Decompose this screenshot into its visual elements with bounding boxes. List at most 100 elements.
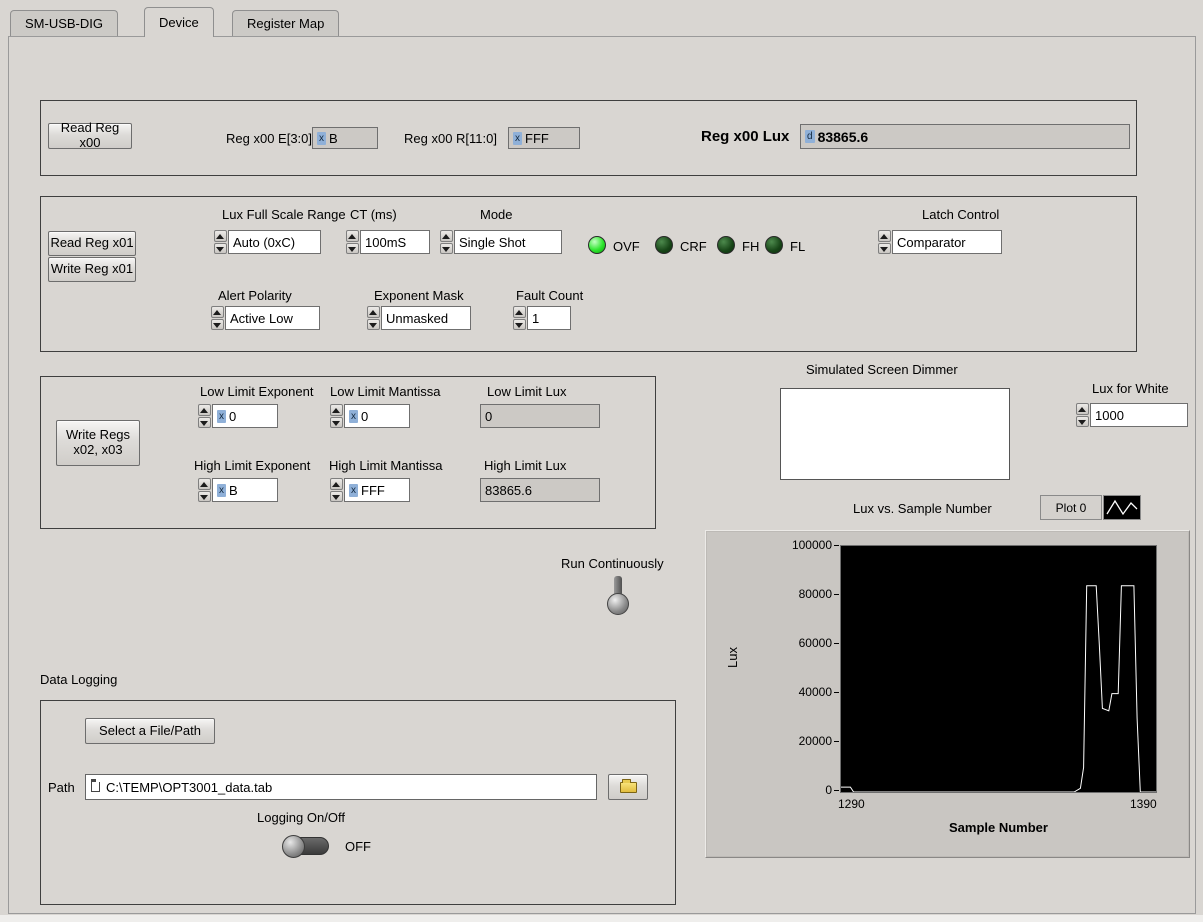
lux-plot bbox=[841, 585, 1156, 792]
low-limit-exponent-label: Low Limit Exponent bbox=[200, 384, 314, 399]
low-limit-lux-label: Low Limit Lux bbox=[487, 384, 567, 399]
tab-register-map[interactable]: Register Map bbox=[232, 10, 340, 36]
decrement-icon[interactable] bbox=[214, 242, 227, 254]
reg00-r-value: FFF bbox=[525, 130, 549, 146]
tick-mark bbox=[834, 545, 839, 546]
increment-icon[interactable] bbox=[1076, 403, 1089, 415]
ct-value[interactable]: 100mS bbox=[360, 230, 430, 254]
y-tick: 100000 bbox=[791, 538, 832, 552]
decrement-icon[interactable] bbox=[211, 318, 224, 330]
radix-hex-icon: x bbox=[349, 409, 358, 423]
browse-button[interactable] bbox=[608, 774, 648, 800]
fault-count-value[interactable]: 1 bbox=[527, 306, 571, 330]
increment-icon[interactable] bbox=[211, 306, 224, 318]
radix-hex-icon: x bbox=[217, 483, 226, 497]
mode-value[interactable]: Single Shot bbox=[454, 230, 562, 254]
radix-hex-icon: x bbox=[349, 483, 358, 497]
fault-count-label: Fault Count bbox=[516, 288, 584, 303]
y-tick: 60000 bbox=[798, 636, 832, 650]
path-value[interactable]: C:\TEMP\OPT3001_data.tab bbox=[106, 780, 272, 795]
decrement-icon[interactable] bbox=[440, 242, 453, 254]
low-limit-exponent-value[interactable]: x 0 bbox=[212, 404, 278, 428]
full-scale-spinner[interactable] bbox=[214, 230, 227, 254]
high-limit-mantissa-spinner[interactable] bbox=[330, 478, 343, 502]
screen-dimmer-label: Simulated Screen Dimmer bbox=[806, 362, 958, 377]
plot0-legend-icon[interactable] bbox=[1103, 495, 1141, 520]
increment-icon[interactable] bbox=[878, 230, 891, 242]
full-scale-value[interactable]: Auto (0xC) bbox=[228, 230, 321, 254]
full-scale-label: Lux Full Scale Range bbox=[222, 207, 346, 222]
increment-icon[interactable] bbox=[214, 230, 227, 242]
increment-icon[interactable] bbox=[346, 230, 359, 242]
reg00-r-label: Reg x00 R[11:0] bbox=[404, 131, 497, 146]
decrement-icon[interactable] bbox=[513, 318, 526, 330]
decrement-icon[interactable] bbox=[346, 242, 359, 254]
path-input[interactable]: C:\TEMP\OPT3001_data.tab bbox=[85, 774, 597, 800]
tab-device[interactable]: Device bbox=[144, 7, 214, 37]
latch-control-spinner[interactable] bbox=[878, 230, 891, 254]
high-limit-exponent-value[interactable]: x B bbox=[212, 478, 278, 502]
run-continuously-label: Run Continuously bbox=[561, 556, 664, 571]
write-regs-x02-x03-button[interactable]: Write Regs x02, x03 bbox=[56, 420, 140, 466]
run-continuously-switch[interactable] bbox=[605, 576, 631, 616]
lux-for-white-spinner[interactable] bbox=[1076, 403, 1089, 427]
decrement-icon[interactable] bbox=[878, 242, 891, 254]
increment-icon[interactable] bbox=[198, 478, 211, 490]
reg00-lux-value: 83865.6 bbox=[817, 128, 869, 145]
alert-polarity-value[interactable]: Active Low bbox=[225, 306, 320, 330]
lux-for-white-value[interactable]: 1000 bbox=[1090, 403, 1188, 427]
path-label: Path bbox=[48, 780, 75, 795]
plot0-legend-label[interactable]: Plot 0 bbox=[1040, 495, 1102, 520]
y-tick: 0 bbox=[825, 783, 832, 797]
decrement-icon[interactable] bbox=[330, 416, 343, 428]
increment-icon[interactable] bbox=[330, 478, 343, 490]
increment-icon[interactable] bbox=[330, 404, 343, 416]
x-tick: 1390 bbox=[1130, 797, 1157, 811]
increment-icon[interactable] bbox=[198, 404, 211, 416]
mode-spinner[interactable] bbox=[440, 230, 453, 254]
low-limit-exponent-spinner[interactable] bbox=[198, 404, 211, 428]
led-fh bbox=[717, 236, 735, 254]
decrement-icon[interactable] bbox=[198, 490, 211, 502]
high-limit-exponent-spinner[interactable] bbox=[198, 478, 211, 502]
low-limit-mantissa-value[interactable]: x 0 bbox=[344, 404, 410, 428]
mode-label: Mode bbox=[480, 207, 513, 222]
decrement-icon[interactable] bbox=[330, 490, 343, 502]
logging-switch[interactable] bbox=[282, 835, 329, 858]
chart-x-axis-label: Sample Number bbox=[949, 820, 1048, 835]
chart-y-axis-label: Lux bbox=[724, 647, 740, 668]
reg00-e-indicator: x B bbox=[312, 127, 378, 149]
tick-mark bbox=[834, 643, 839, 644]
increment-icon[interactable] bbox=[440, 230, 453, 242]
latch-control-label: Latch Control bbox=[922, 207, 1000, 222]
decrement-icon[interactable] bbox=[1076, 415, 1089, 427]
reg00-e-value: B bbox=[329, 130, 338, 146]
decrement-icon[interactable] bbox=[198, 416, 211, 428]
led-fl-label: FL bbox=[790, 239, 806, 254]
select-file-path-button[interactable]: Select a File/Path bbox=[85, 718, 215, 744]
read-reg-x00-button[interactable]: Read Reg x00 bbox=[48, 120, 132, 150]
low-limit-mantissa-spinner[interactable] bbox=[330, 404, 343, 428]
radix-hex-icon: x bbox=[317, 131, 326, 145]
reg00-lux-indicator: d 83865.6 bbox=[800, 124, 1130, 149]
high-limit-mantissa-value[interactable]: x FFF bbox=[344, 478, 410, 502]
ct-spinner[interactable] bbox=[346, 230, 359, 254]
latch-control-value[interactable]: Comparator bbox=[892, 230, 1002, 254]
increment-icon[interactable] bbox=[367, 306, 380, 318]
read-reg-x01-button[interactable]: Read Reg x01 bbox=[48, 231, 136, 256]
write-reg-x01-button[interactable]: Write Reg x01 bbox=[48, 257, 136, 282]
tick-mark bbox=[834, 790, 839, 791]
switch-knob-icon[interactable] bbox=[282, 835, 305, 858]
alert-polarity-spinner[interactable] bbox=[211, 306, 224, 330]
increment-icon[interactable] bbox=[513, 306, 526, 318]
exponent-mask-spinner[interactable] bbox=[367, 306, 380, 330]
opt3001-evm-window: SM-USB-DIG Device Register Map Read Reg … bbox=[0, 0, 1203, 922]
exponent-mask-value[interactable]: Unmasked bbox=[381, 306, 471, 330]
fault-count-spinner[interactable] bbox=[513, 306, 526, 330]
y-tick: 40000 bbox=[798, 685, 832, 699]
tab-sm-usb-dig[interactable]: SM-USB-DIG bbox=[10, 10, 118, 36]
y-tick: 80000 bbox=[798, 587, 832, 601]
led-fl bbox=[765, 236, 783, 254]
decrement-icon[interactable] bbox=[367, 318, 380, 330]
switch-knob-icon[interactable] bbox=[607, 593, 629, 615]
